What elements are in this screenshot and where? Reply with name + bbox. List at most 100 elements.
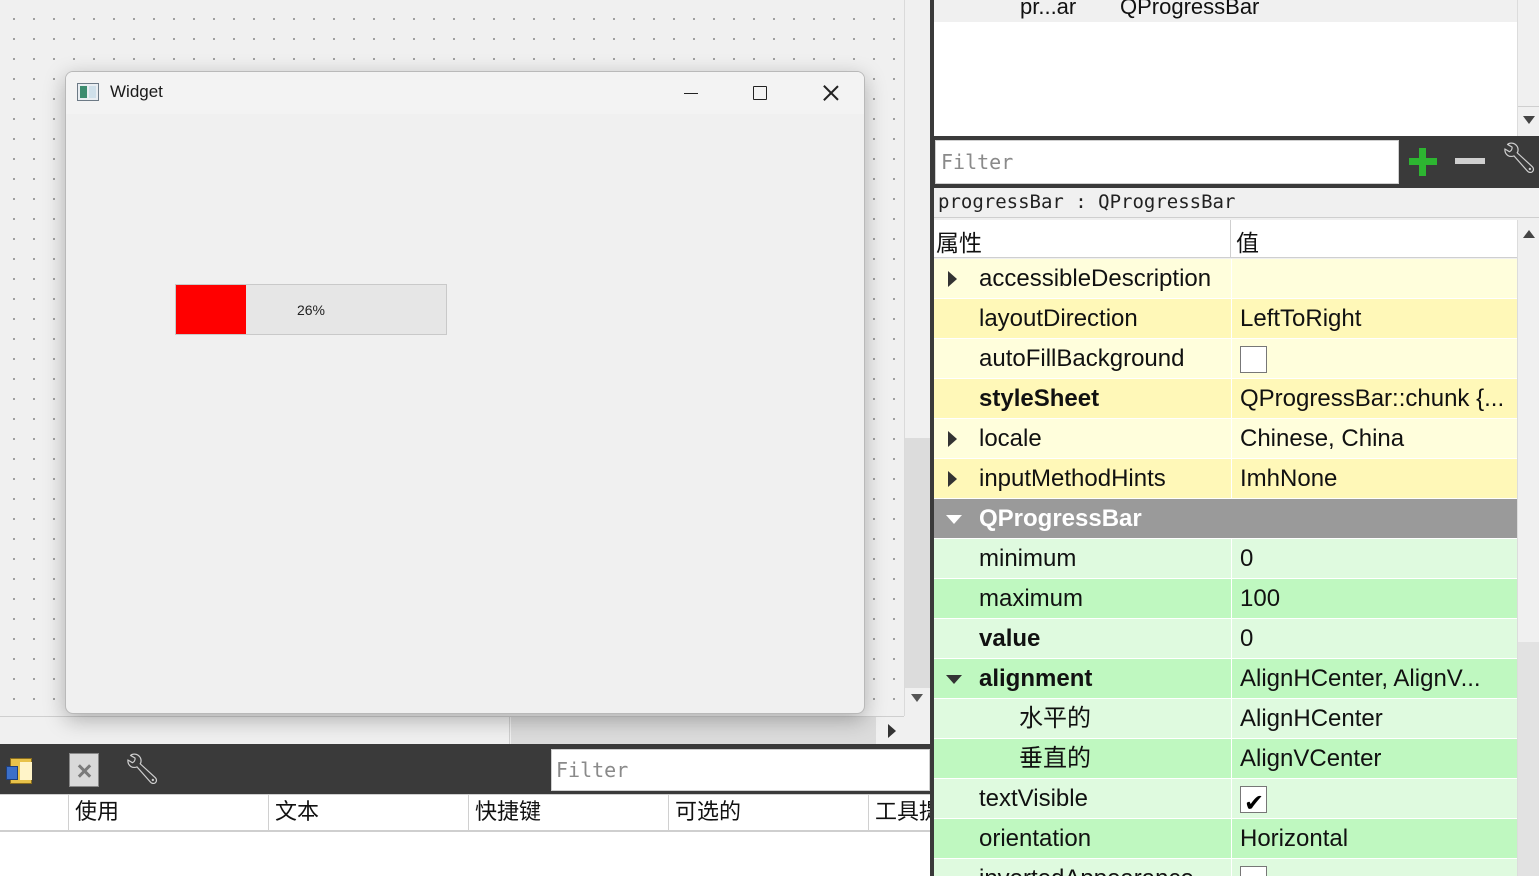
scrollbar-track[interactable] [511,717,876,745]
property-row-inputMethodHints[interactable]: inputMethodHints ImhNone [934,459,1517,499]
remove-dynamic-property-minus-icon[interactable] [1455,158,1485,164]
property-row-styleSheet[interactable]: styleSheet QProgressBar::chunk {... [934,379,1517,419]
scrollbar-track[interactable] [905,438,930,688]
property-name: value [979,625,1041,652]
property-row-layoutDirection[interactable]: layoutDirection LeftToRight [934,299,1517,339]
scrollbar-thumb[interactable] [0,717,510,745]
delete-action-button[interactable] [66,752,102,788]
property-row-textVisible[interactable]: textVisible [934,779,1517,819]
property-object-label: progressBar : QProgressBar [934,188,1539,218]
property-value[interactable] [1231,259,1517,299]
property-value[interactable] [1231,339,1517,379]
property-value[interactable]: AlignHCenter [1231,699,1517,739]
property-value[interactable]: AlignHCenter, AlignV... [1231,659,1517,699]
property-row-minimum[interactable]: minimum 0 [934,539,1517,579]
object-inspector: pr...ar QProgressBar [934,0,1517,136]
property-filter-input[interactable]: Filter [935,140,1399,184]
property-name: styleSheet [979,385,1100,412]
property-value[interactable]: Chinese, China [1231,419,1517,459]
scroll-down-arrow-icon[interactable] [911,694,923,702]
expand-arrow-icon[interactable] [948,471,957,487]
property-value[interactable]: ImhNone [1231,459,1517,499]
property-name: 垂直的 [1019,745,1091,772]
property-row-vertical[interactable]: 垂直的 AlignVCenter [934,739,1517,779]
canvas-horizontal-scrollbar[interactable] [0,716,904,745]
property-row-maximum[interactable]: maximum 100 [934,579,1517,619]
window-app-icon [77,83,99,101]
property-value[interactable]: 0 [1231,619,1517,659]
property-name: 水平的 [1019,705,1091,732]
wrench-icon: 🔧︎ [122,752,162,787]
object-class: QProgressBar [1120,0,1260,19]
property-value[interactable]: 100 [1231,579,1517,619]
form-window[interactable]: Widget 26% [65,71,865,714]
property-name: textVisible [979,785,1088,812]
scroll-up-arrow-icon[interactable] [1523,230,1535,238]
progress-bar[interactable]: 26% [175,284,447,335]
action-col-name[interactable] [0,795,68,831]
minimize-button[interactable] [671,78,711,108]
property-table: accessibleDescription layoutDirection Le… [934,259,1517,876]
autofill-checkbox[interactable] [1240,346,1267,373]
action-col-checkable[interactable]: 可选的 [668,795,868,831]
scroll-right-arrow-icon[interactable] [888,724,896,738]
property-editor-scrollbar[interactable] [1517,220,1539,876]
collapse-arrow-icon[interactable] [946,515,962,524]
property-row-locale[interactable]: locale Chinese, China [934,419,1517,459]
progress-text: 26% [296,301,326,318]
property-name: minimum [979,545,1077,572]
property-value[interactable] [1231,779,1517,819]
configure-wrench-icon[interactable]: 🔧︎ [1500,144,1538,174]
property-row-autoFillBackground[interactable]: autoFillBackground [934,339,1517,379]
property-row-alignment[interactable]: alignment AlignHCenter, AlignV... [934,659,1517,699]
action-col-tooltip[interactable]: 工具提示 [868,795,930,831]
canvas-vertical-scrollbar[interactable] [904,0,930,716]
object-inspector-row[interactable]: pr...ar QProgressBar [934,0,1517,22]
action-col-used[interactable]: 使用 [68,795,268,831]
property-value[interactable] [1231,859,1517,876]
action-table-header: 使用 文本 快捷键 可选的 工具提示 [0,794,930,832]
collapse-arrow-icon[interactable] [946,675,962,684]
maximize-button[interactable] [740,78,780,108]
section-name: QProgressBar [979,505,1142,532]
property-value[interactable]: AlignVCenter [1231,739,1517,779]
form-window-title: Widget [110,82,163,101]
action-col-shortcut[interactable]: 快捷键 [468,795,668,831]
property-value[interactable]: Horizontal [1231,819,1517,859]
expand-arrow-icon[interactable] [948,431,957,447]
property-value[interactable]: QProgressBar::chunk {... [1231,379,1517,419]
action-table-body[interactable] [0,832,930,876]
action-col-text[interactable]: 文本 [268,795,468,831]
property-row-invertedAppearance[interactable]: invertedAppearance [934,859,1517,876]
minimize-icon [684,92,698,94]
property-name: inputMethodHints [979,465,1166,492]
new-action-button[interactable] [4,752,40,788]
configure-action-button[interactable]: 🔧︎ [122,752,162,788]
expand-arrow-icon[interactable] [948,271,957,287]
action-filter-input[interactable]: Filter [551,749,930,791]
close-icon [823,85,839,101]
property-row-value[interactable]: value 0 [934,619,1517,659]
column-value[interactable]: 值 [1236,224,1259,258]
property-name: layoutDirection [979,305,1138,332]
scroll-down-arrow-icon[interactable] [1523,116,1535,124]
property-row-horizontal[interactable]: 水平的 AlignHCenter [934,699,1517,739]
property-table-header: 属性 值 [934,220,1517,258]
property-row-accessibleDescription[interactable]: accessibleDescription [934,259,1517,299]
property-section-QProgressBar[interactable]: QProgressBar [934,499,1517,539]
form-titlebar[interactable]: Widget [66,72,864,114]
close-button[interactable] [811,78,851,108]
property-value[interactable]: 0 [1231,539,1517,579]
property-name: maximum [979,585,1084,612]
object-name: pr...ar [1020,0,1077,19]
text-visible-checkbox[interactable] [1240,784,1267,819]
property-value[interactable]: LeftToRight [1231,299,1517,339]
scroll-corner [904,716,930,744]
scrollbar-track[interactable] [1518,642,1539,876]
column-property[interactable]: 属性 [936,224,982,258]
property-row-orientation[interactable]: orientation Horizontal [934,819,1517,859]
add-dynamic-property-plus-icon[interactable] [1407,146,1439,178]
inverted-appearance-checkbox[interactable] [1240,866,1267,876]
property-name: autoFillBackground [979,345,1185,372]
object-inspector-scrollbar[interactable] [1517,0,1539,136]
